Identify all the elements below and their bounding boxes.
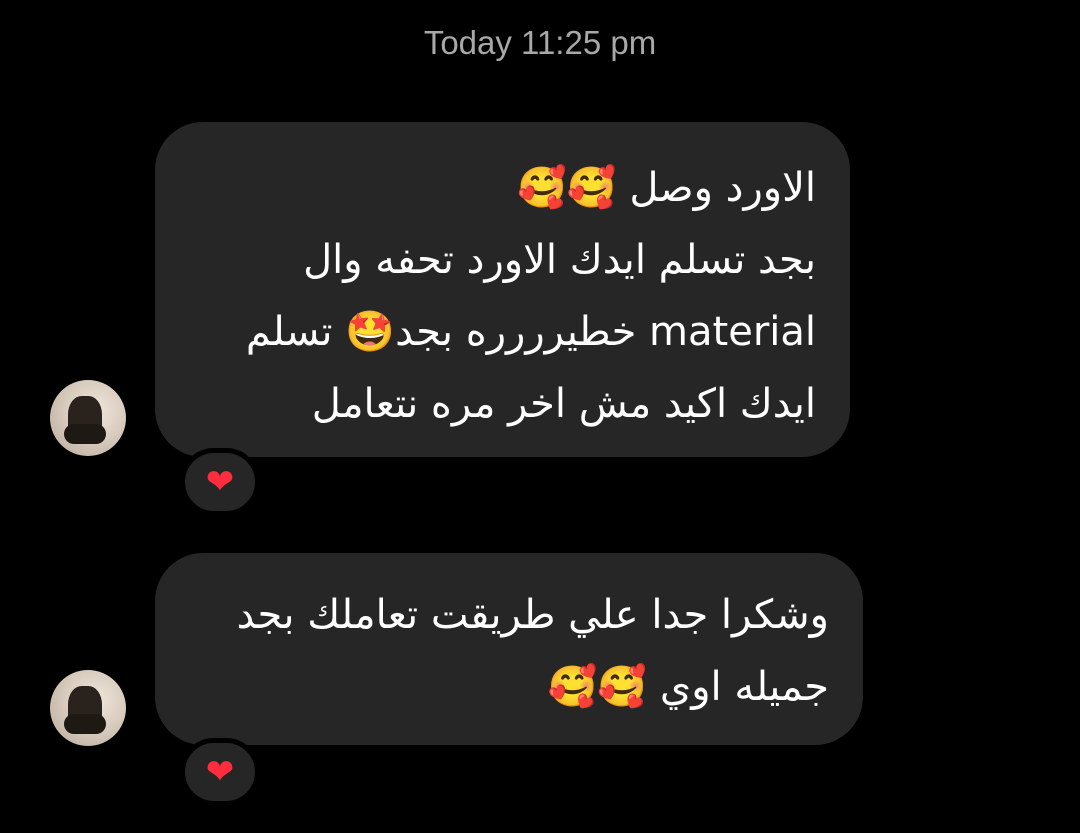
- sender-avatar[interactable]: [50, 380, 126, 456]
- chat-screen: Today 11:25 pm الاورد وصل 🥰🥰 بجد تسلم اي…: [0, 0, 1080, 833]
- message-reaction[interactable]: ❤: [180, 738, 260, 806]
- message-text-line: الاورد وصل 🥰🥰: [517, 165, 816, 211]
- message-text-line: جميله اوي 🥰🥰: [547, 664, 829, 710]
- message-text-line: بجد تسلم ايدك الاورد تحفه وال: [303, 237, 816, 283]
- heart-icon: ❤: [205, 752, 235, 792]
- heart-icon: ❤: [205, 462, 235, 502]
- message-text-line: وشكرا جدا علي طريقت تعاملك بجد: [236, 592, 829, 638]
- message-text-line: material خطيرررره بجد🤩 تسلم: [245, 309, 816, 355]
- message-reaction[interactable]: ❤: [180, 448, 260, 516]
- message-bubble[interactable]: وشكرا جدا علي طريقت تعاملك بجد جميله اوي…: [155, 553, 863, 745]
- sender-avatar[interactable]: [50, 670, 126, 746]
- message-timestamp: Today 11:25 pm: [423, 24, 657, 61]
- avatar-figure-base: [64, 714, 106, 734]
- message-text-line: ايدك اكيد مش اخر مره نتعامل: [311, 381, 816, 427]
- avatar-figure-base: [64, 424, 106, 444]
- message-bubble[interactable]: الاورد وصل 🥰🥰 بجد تسلم ايدك الاورد تحفه …: [155, 122, 850, 457]
